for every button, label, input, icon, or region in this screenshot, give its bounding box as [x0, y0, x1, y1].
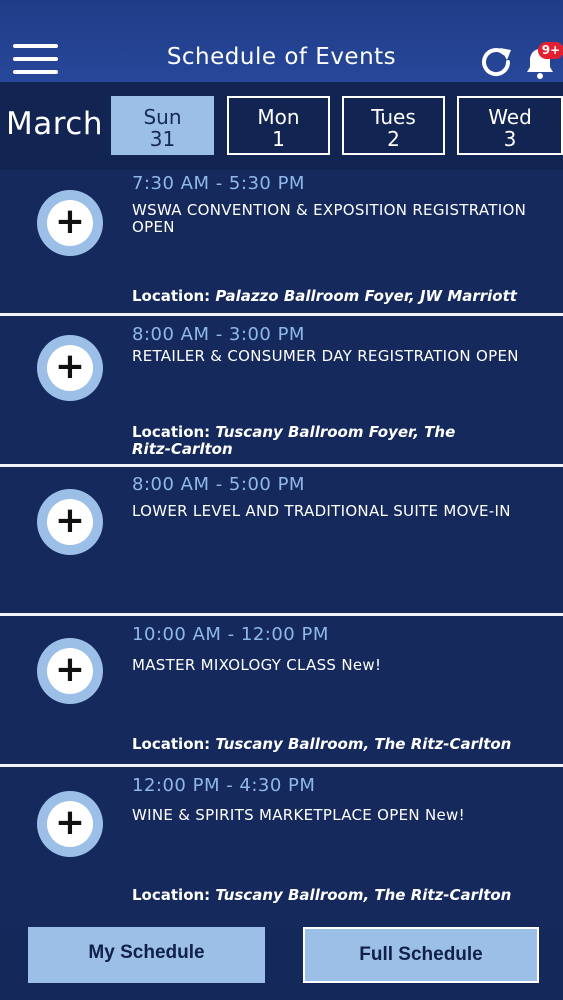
plus-icon: + [47, 345, 93, 391]
day-tab-name: Mon [257, 105, 300, 129]
event-location: Location: Palazzo Ballroom Foyer, JW Mar… [132, 288, 552, 305]
location-label: Location: [132, 423, 211, 441]
day-tab-tues[interactable]: Tues 2 [342, 96, 445, 155]
event-name: MASTER MIXOLOGY CLASS New! [132, 656, 382, 674]
notification-count-badge: 9+ [538, 42, 563, 59]
event-row[interactable]: + 8:00 AM - 5:00 PM LOWER LEVEL AND TRAD… [0, 467, 563, 616]
day-tab-name: Wed [488, 105, 532, 129]
add-to-schedule-button[interactable]: + [37, 335, 103, 401]
plus-icon: + [47, 200, 93, 246]
day-tab-number: 31 [149, 127, 176, 151]
plus-icon: + [47, 801, 93, 847]
month-label: March [6, 106, 103, 142]
location-label: Location: [132, 287, 211, 305]
event-name: RETAILER & CONSUMER DAY REGISTRATION OPE… [132, 347, 519, 365]
event-name: LOWER LEVEL AND TRADITIONAL SUITE MOVE-I… [132, 502, 511, 520]
location-value: Tuscany Ballroom, The Ritz-Carlton [215, 886, 512, 904]
event-location: Location: Tuscany Ballroom Foyer, The Ri… [132, 424, 492, 458]
add-to-schedule-button[interactable]: + [37, 791, 103, 857]
full-schedule-button[interactable]: Full Schedule [303, 927, 539, 983]
add-to-schedule-button[interactable]: + [37, 489, 103, 555]
event-time: 12:00 PM - 4:30 PM [132, 775, 316, 796]
my-schedule-button[interactable]: My Schedule [28, 927, 265, 983]
day-tab-sun[interactable]: Sun 31 [111, 96, 214, 155]
plus-icon: + [47, 499, 93, 545]
day-tab-name: Tues [371, 105, 416, 129]
location-value: Tuscany Ballroom, The Ritz-Carlton [215, 735, 512, 753]
day-tab-number: 3 [503, 127, 517, 151]
add-to-schedule-button[interactable]: + [37, 190, 103, 256]
event-time: 8:00 AM - 5:00 PM [132, 474, 305, 495]
event-row[interactable]: + 8:00 AM - 3:00 PM RETAILER & CONSUMER … [0, 316, 563, 467]
event-name: WSWA CONVENTION & EXPOSITION REGISTRATIO… [132, 201, 527, 236]
day-tab-number: 1 [272, 127, 285, 151]
event-row[interactable]: + 10:00 AM - 12:00 PM MASTER MIXOLOGY CL… [0, 616, 563, 767]
event-row[interactable]: + 7:30 AM - 5:30 PM WSWA CONVENTION & EX… [0, 170, 563, 316]
add-to-schedule-button[interactable]: + [37, 638, 103, 704]
event-time: 7:30 AM - 5:30 PM [132, 173, 305, 194]
location-value: Palazzo Ballroom Foyer, JW Marriott [215, 287, 517, 305]
day-tab-mon[interactable]: Mon 1 [227, 96, 330, 155]
event-name: WINE & SPIRITS MARKETPLACE OPEN New! [132, 806, 465, 824]
day-tab-number: 2 [387, 127, 400, 151]
refresh-icon[interactable] [478, 44, 514, 80]
event-location: Location: Tuscany Ballroom, The Ritz-Car… [132, 887, 552, 904]
event-row[interactable]: + 12:00 PM - 4:30 PM WINE & SPIRITS MARK… [0, 767, 563, 930]
event-location: Location: Tuscany Ballroom, The Ritz-Car… [132, 736, 552, 753]
day-tab-wed[interactable]: Wed 3 [457, 96, 563, 155]
plus-icon: + [47, 648, 93, 694]
day-tab-name: Sun [143, 105, 182, 129]
event-time: 8:00 AM - 3:00 PM [132, 324, 305, 345]
location-label: Location: [132, 735, 211, 753]
event-time: 10:00 AM - 12:00 PM [132, 624, 329, 645]
location-label: Location: [132, 886, 211, 904]
